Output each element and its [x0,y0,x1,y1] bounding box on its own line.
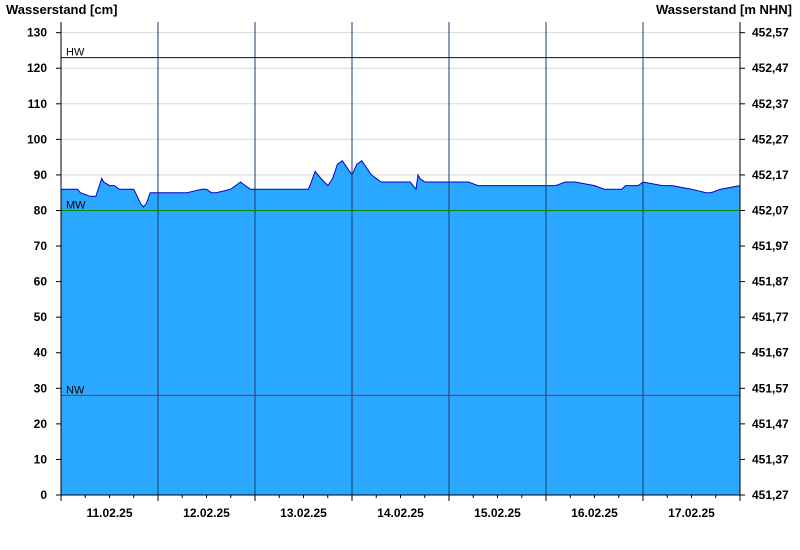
y-tick-label-left-6: 60 [34,275,48,289]
y-tick-label-right-5: 451,77 [752,310,789,324]
y-tick-label-left-3: 30 [34,381,48,395]
y-tick-label-right-2: 451,47 [752,417,789,431]
y-tick-label-right-1: 451,37 [752,452,789,466]
y-tick-label-right-10: 452,27 [752,132,789,146]
reference-label-mw: MW [66,199,86,211]
reference-label-hw: HW [66,47,85,59]
y-tick-label-right-6: 451,87 [752,275,789,289]
y-tick-label-right-9: 452,17 [752,168,789,182]
x-tick-label-3: 14.02.25 [377,506,424,520]
x-tick-label-5: 16.02.25 [571,506,618,520]
y-tick-label-left-10: 100 [27,132,47,146]
y-tick-label-left-7: 70 [34,239,48,253]
reference-label-nw: NW [66,384,85,396]
y-tick-label-right-8: 452,07 [752,203,789,217]
y-tick-label-right-13: 452,57 [752,26,789,40]
y-tick-label-left-12: 120 [27,61,47,75]
y-tick-label-left-4: 40 [34,346,48,360]
y-tick-label-right-7: 451,97 [752,239,789,253]
y-axis-right-title: Wasserstand [m NHN] [656,2,792,17]
chart-svg: HW MW NW 0 451,27 10 451,37 20 451,47 30 451,57 40… [6,2,792,520]
y-tick-label-left-9: 90 [34,168,48,182]
x-tick-label-0: 11.02.25 [86,506,132,520]
y-tick-label-right-11: 452,37 [752,97,789,111]
water-level-chart: HW MW NW 0 451,27 10 451,37 20 451,47 30 451,57 40… [0,0,800,550]
y-tick-label-left-0: 0 [40,488,47,502]
area-layer [61,22,741,495]
y-tick-label-right-4: 451,67 [752,346,789,360]
y-tick-label-left-5: 50 [34,310,48,324]
x-tick-label-6: 17.02.25 [668,506,715,520]
x-tick-label-1: 12.02.25 [183,506,230,520]
y-tick-label-right-0: 451,27 [752,488,789,502]
x-tick-label-2: 13.02.25 [280,506,327,520]
y-tick-label-left-13: 130 [27,26,47,40]
y-tick-label-left-11: 110 [28,97,48,111]
y-tick-label-right-12: 452,47 [752,61,789,75]
y-axis-left-title: Wasserstand [cm] [6,2,118,17]
y-tick-label-left-8: 80 [34,203,48,217]
y-tick-label-left-1: 10 [34,452,48,466]
x-tick-label-4: 15.02.25 [474,506,521,520]
y-tick-label-left-2: 20 [34,417,48,431]
y-tick-label-right-3: 451,57 [752,381,789,395]
